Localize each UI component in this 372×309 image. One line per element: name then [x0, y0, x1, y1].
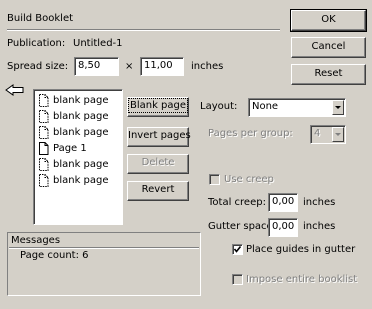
page-list[interactable]: blank page blank page blank page Page 1 blan… — [33, 89, 123, 225]
page-list-item-label: blank page — [53, 95, 109, 106]
layout-value: None — [252, 101, 279, 112]
page-list-item[interactable]: Page 1 — [38, 141, 118, 157]
blank-page-icon — [39, 174, 49, 187]
page-list-item[interactable]: blank page — [38, 93, 118, 109]
place-guides-label: Place guides in gutter — [246, 244, 356, 255]
layout-label: Layout: — [200, 101, 238, 112]
messages-divider — [9, 247, 199, 249]
total-creep-value: 0,00 — [272, 196, 295, 207]
total-creep-units: inches — [303, 197, 336, 208]
use-creep-label: Use creep — [224, 174, 274, 185]
messages-title: Messages — [11, 235, 61, 246]
impose-booklist-label: Impose entire booklist — [246, 274, 358, 285]
page-list-item[interactable]: blank page — [38, 125, 118, 141]
blank-page-button[interactable]: Blank page — [127, 97, 189, 117]
blank-page-icon — [39, 94, 49, 107]
spread-units-label: inches — [191, 61, 224, 72]
spread-height-field[interactable]: 11,00 — [140, 57, 184, 76]
blank-page-icon — [39, 110, 49, 123]
pages-per-group-value: 4 — [314, 128, 321, 139]
checkmark-icon — [233, 246, 242, 253]
title-divider — [7, 29, 280, 31]
spread-width-value: 8,50 — [78, 60, 101, 71]
blank-page-icon — [39, 126, 49, 139]
invert-pages-button[interactable]: Invert pages — [127, 127, 191, 147]
page-list-item-label: blank page — [53, 159, 109, 170]
page-list-item-label: blank page — [53, 127, 109, 138]
ok-button[interactable]: OK — [290, 9, 367, 32]
revert-button[interactable]: Revert — [127, 181, 189, 201]
page-list-item[interactable]: blank page — [38, 157, 118, 173]
dialog-title: Build Booklet — [7, 13, 74, 24]
page-list-item[interactable]: blank page — [38, 109, 118, 125]
publication-name: Untitled-1 — [73, 38, 123, 49]
delete-button[interactable]: Delete — [127, 154, 189, 174]
page-list-item-label: blank page — [53, 111, 109, 122]
total-creep-field[interactable]: 0,00 — [268, 193, 298, 212]
page-list-item-label: blank page — [53, 175, 109, 186]
times-symbol: × — [125, 61, 134, 72]
chevron-down-icon[interactable] — [332, 127, 344, 142]
pages-per-group-label: Pages per group: — [208, 128, 293, 139]
gutter-space-field[interactable]: 0,00 — [268, 218, 298, 237]
page-list-item[interactable]: blank page — [38, 173, 118, 189]
pages-per-group-dropdown[interactable]: 4 — [310, 125, 346, 144]
spread-width-field[interactable]: 8,50 — [74, 57, 119, 76]
publication-label: Publication: — [7, 38, 66, 49]
blank-page-icon — [39, 158, 49, 171]
gutter-space-value: 0,00 — [272, 221, 295, 232]
gutter-space-label: Gutter space: — [208, 221, 277, 232]
insertion-arrow-icon — [5, 84, 24, 96]
page-count-message: Page count: 6 — [20, 250, 89, 261]
layout-dropdown[interactable]: None — [248, 98, 346, 117]
spread-height-value: 11,00 — [144, 60, 173, 71]
chevron-down-icon[interactable] — [332, 100, 344, 115]
total-creep-label: Total creep: — [208, 197, 266, 208]
use-creep-checkbox[interactable] — [209, 174, 220, 185]
reset-button[interactable]: Reset — [291, 64, 366, 85]
messages-panel: Messages Page count: 6 — [7, 232, 201, 296]
page-list-item-label: Page 1 — [53, 143, 87, 154]
gutter-space-units: inches — [303, 221, 336, 232]
place-guides-checkbox[interactable] — [232, 244, 243, 255]
page-icon — [39, 142, 49, 155]
spread-size-label: Spread size: — [7, 61, 69, 72]
cancel-button[interactable]: Cancel — [291, 37, 366, 58]
impose-booklist-checkbox[interactable] — [232, 274, 243, 285]
